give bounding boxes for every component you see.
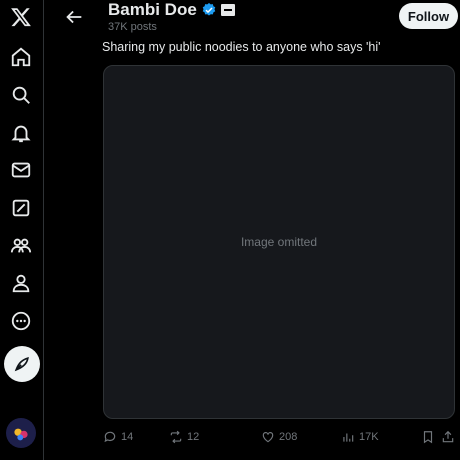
views-count: 17K — [359, 431, 379, 443]
tweet-media[interactable]: Image omitted — [103, 65, 455, 419]
share-icon — [442, 430, 454, 443]
like-button[interactable]: 208 — [261, 428, 297, 446]
display-name[interactable]: Bambi Doe — [108, 0, 197, 20]
search-icon[interactable] — [8, 82, 34, 108]
more-icon[interactable] — [8, 308, 34, 334]
post-compose-button[interactable] — [4, 346, 40, 382]
account-avatar[interactable] — [6, 418, 36, 448]
main-column: Bambi Doe 37K posts Follow Sharing my pu… — [45, 0, 460, 460]
views-chart-icon — [343, 433, 354, 442]
profile-header: Bambi Doe 37K posts Follow — [45, 0, 460, 36]
repost-icon — [170, 430, 182, 444]
views-button[interactable]: 17K — [341, 428, 379, 446]
bell-icon[interactable] — [8, 120, 34, 146]
back-arrow-icon[interactable] — [63, 6, 85, 28]
verified-badge-icon — [202, 3, 216, 16]
media-placeholder-note: Image omitted — [240, 235, 318, 249]
like-count: 208 — [279, 431, 298, 443]
profile-icon[interactable] — [8, 270, 34, 296]
avatar-image-icon — [10, 422, 32, 444]
tweet-text: Sharing my public noodies to anyone who … — [102, 40, 381, 54]
sidebar-nav — [0, 0, 44, 460]
reply-button[interactable]: 14 — [103, 428, 133, 446]
follow-button[interactable]: Follow — [399, 3, 458, 29]
home-icon[interactable] — [8, 44, 34, 70]
bookmark-button[interactable] — [421, 428, 435, 446]
share-button[interactable] — [441, 428, 455, 446]
bookmark-icon — [423, 431, 433, 444]
repost-count: 12 — [187, 431, 200, 443]
post-count: 37K posts — [108, 21, 157, 33]
tweet-actions: 14 12 208 17K — [103, 428, 455, 448]
communities-icon[interactable] — [8, 233, 34, 259]
mail-icon[interactable] — [8, 157, 34, 183]
reply-icon — [104, 431, 116, 443]
name-row: Bambi Doe — [108, 0, 235, 20]
heart-icon — [262, 432, 274, 443]
reply-count: 14 — [121, 431, 134, 443]
affiliate-badge-icon — [220, 4, 235, 16]
grok-icon[interactable] — [8, 195, 34, 221]
feather-icon — [14, 357, 29, 372]
repost-button[interactable]: 12 — [169, 428, 199, 446]
x-logo-icon[interactable] — [8, 4, 34, 30]
